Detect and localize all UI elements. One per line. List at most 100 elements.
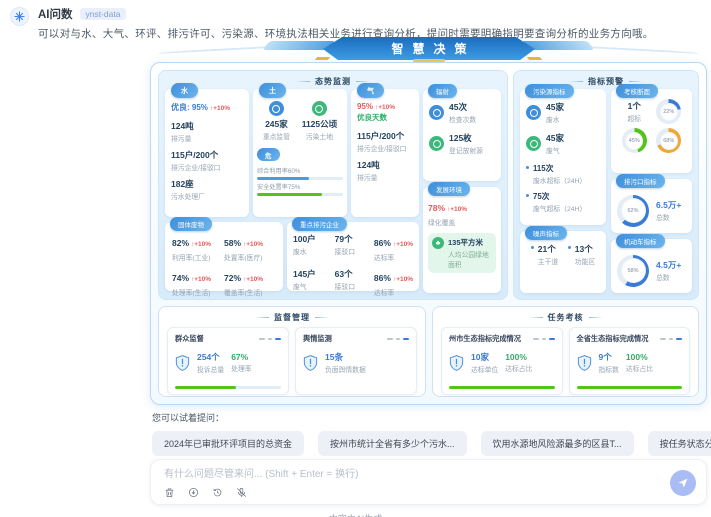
greening-grade: 78%↑+10% 绿化覆盖 [428, 198, 496, 227]
suggestions-section: 您可以试着提问： 2024年已审批环评项目的总资金 按州市统计全省有多少个污水.… [152, 411, 707, 456]
kpe-row-wastegas: 145户废气 63个接驳口 86%↑+10%达标率 [293, 268, 413, 297]
noise-pill: 噪声指标 [525, 226, 567, 240]
radiation-pill: 辐射 [428, 84, 457, 98]
gauge-ring-blue: 22% [656, 99, 681, 124]
key-polluters-card: 重点排污企业 100户废水 79个接驳口 86%↑+10%达标率 145户废气 … [287, 222, 419, 291]
sw-item: 72%↑+10% 覆盖率(生活) [224, 268, 276, 297]
clear-trash-icon[interactable] [164, 487, 175, 498]
stat-discharge: 124吨 排污量 [357, 159, 413, 182]
opinion-monitoring-card: 舆情监测 15条负面舆情数据 [295, 327, 417, 395]
chat-input[interactable] [164, 466, 654, 482]
data-source-badge: ynst-data [80, 8, 127, 20]
ai-avatar [10, 7, 29, 26]
pollution-source-pill: 污染源指标 [525, 84, 574, 98]
solid-waste-pill: 固体废物 [170, 217, 212, 231]
sw-item: 74%↑+10% 处理率(生活) [172, 268, 224, 297]
stat-polluted-land: 1125公顷 污染土地 [302, 101, 337, 141]
stat-enterprises: 115户/200个 排污企业/接驳口 [171, 149, 243, 172]
panel-task-assessment: 任务考核 州市生态指标完成情况 10家达标单位 100%达标占比 [432, 306, 699, 397]
dashboard-card: 态势监测 水 优良: 95%↑+10% 124吨 排污量 [150, 62, 707, 405]
sw-item: 82%↑+10% 利用率(工业) [172, 233, 224, 262]
solid-waste-card: 固体废物 82%↑+10% 利用率(工业) 58%↑+10% 处置率(医疗) [165, 222, 283, 291]
dashboard-title: 智慧决策 [382, 40, 475, 57]
progress-fill [257, 193, 322, 197]
noise-function-zone: 13个 功能区 [568, 243, 595, 266]
card-controls[interactable] [533, 338, 555, 340]
chat-input-card [150, 459, 707, 505]
water-grade: 优良: 95%↑+10% [171, 102, 243, 113]
panel-title: 监督管理 [159, 307, 425, 323]
mic-off-icon[interactable] [236, 487, 247, 498]
water-card: 水 优良: 95%↑+10% 124吨 排污量 115户/200个 排污企业/接… [165, 89, 249, 217]
assessment-section-card: 考核断面 1个 超标 22% 45% 68% [611, 89, 692, 173]
tab-air[interactable]: 气 [357, 83, 384, 98]
progress-track [449, 386, 555, 390]
radiation-card: 辐射 45次检查次数 125枚登记放射源 [423, 89, 501, 181]
gauge-ring: 58% [617, 255, 649, 287]
kpe-row-wastewater: 100户废水 79个接驳口 86%↑+10%达标率 [293, 233, 413, 262]
download-circle-icon[interactable] [188, 487, 199, 498]
progress-fill [449, 386, 555, 390]
air-grade: 95%↑+10% 优良天数 [357, 102, 413, 123]
donut-icon [269, 101, 284, 116]
outlet-card: 排污口指标 62% 6.5万+总数 [611, 179, 692, 233]
exceed-water: 115次 废水超标（24H） [526, 163, 600, 185]
card-controls[interactable] [259, 338, 281, 340]
development-env-card: 发展环境 78%↑+10% 绿化覆盖 ♣ 135平方米 人均公园绿地面积 [423, 187, 501, 293]
suggestion-chip-4[interactable]: 按任务状态分析2024年出动执... [648, 431, 711, 456]
paper-plane-icon [677, 477, 689, 489]
progress-fill [175, 386, 236, 390]
card-controls[interactable] [387, 338, 409, 340]
send-button[interactable] [670, 470, 696, 496]
gauge-ring-orange: 68% [656, 128, 681, 153]
pollution-source-card: 污染源指标 45家废水 45家废气 115次 废水超标（24H） 75次 [520, 89, 606, 225]
development-env-pill: 发展环境 [428, 182, 470, 196]
panel-title: 任务考核 [433, 307, 698, 323]
gas-icon [526, 136, 541, 151]
hazard-bar-2: 安全处置率75% [257, 182, 343, 196]
suggestion-chip-1[interactable]: 2024年已审批环评项目的总资金 [152, 431, 304, 456]
banner-gold-accent-left [315, 57, 331, 60]
search-icon [429, 105, 444, 120]
exceed-gas: 75次 废气超标（24H） [526, 191, 600, 213]
progress-fill [257, 177, 309, 181]
suggestion-chip-2[interactable]: 按州市统计全省有多少个污水... [318, 431, 467, 456]
tab-hazardous[interactable]: 危 [257, 148, 280, 161]
park-green-space-chip: ♣ 135平方米 人均公园绿地面积 [428, 233, 496, 273]
stat-plants: 182座 污水处理厂 [171, 178, 243, 201]
vehicle-pill: 机动车指标 [616, 234, 665, 248]
panel-title: 态势监测 [159, 71, 507, 87]
gauge-ring: 62% [617, 195, 649, 227]
hazard-bar-1: 综合利用率60% [257, 166, 343, 180]
card-controls[interactable] [660, 338, 682, 340]
shield-icon [303, 355, 318, 371]
banner-gold-accent-right [527, 57, 543, 60]
air-card: 气 95%↑+10% 优良天数 115户/200个 排污企业/接驳口 124吨 … [351, 89, 419, 217]
person-icon [429, 136, 444, 151]
shield-icon [175, 355, 190, 371]
noise-main-road: 21个 主干道 [531, 243, 558, 266]
gauge-ring-green: 45% [622, 128, 647, 153]
panel-indicator-warning: 指标预警 污染源指标 45家废水 45家废气 115次 废水超标（24H） [513, 70, 699, 300]
progress-track [175, 386, 281, 390]
assessment-section-pill: 考核断面 [616, 84, 658, 98]
city-indicator-card: 州市生态指标完成情况 10家达标单位 100%达标占比 [441, 327, 563, 395]
history-icon[interactable] [212, 487, 223, 498]
banner-gold-underline [413, 59, 445, 62]
water-icon [526, 105, 541, 120]
section-exceed: 1个 超标 [627, 100, 641, 123]
tab-water[interactable]: 水 [171, 83, 198, 98]
sw-item: 58%↑+10% 处置率(医疗) [224, 233, 276, 262]
suggestion-chip-3[interactable]: 饮用水源地风险源最多的区县T... [481, 431, 634, 456]
stat-wastegas: 45家废气 [526, 132, 600, 155]
tree-icon: ♣ [432, 237, 444, 249]
panel-situation-monitoring: 态势监测 水 优良: 95%↑+10% 124吨 排污量 [158, 70, 508, 300]
stat-enterprises: 115户/200个 排污企业/接驳口 [357, 130, 413, 153]
tab-soil[interactable]: 土 [259, 83, 286, 98]
panel-supervision: 监督管理 群众监督 254个投诉总量 67%处理率 [158, 306, 426, 397]
outlet-pill: 排污口指标 [616, 174, 665, 188]
shield-icon [449, 355, 464, 371]
suggestions-label: 您可以试着提问： [152, 411, 707, 424]
stat-key-supervision: 245家 重点监管 [263, 101, 290, 141]
dashboard-banner: 智慧决策 [323, 37, 535, 60]
